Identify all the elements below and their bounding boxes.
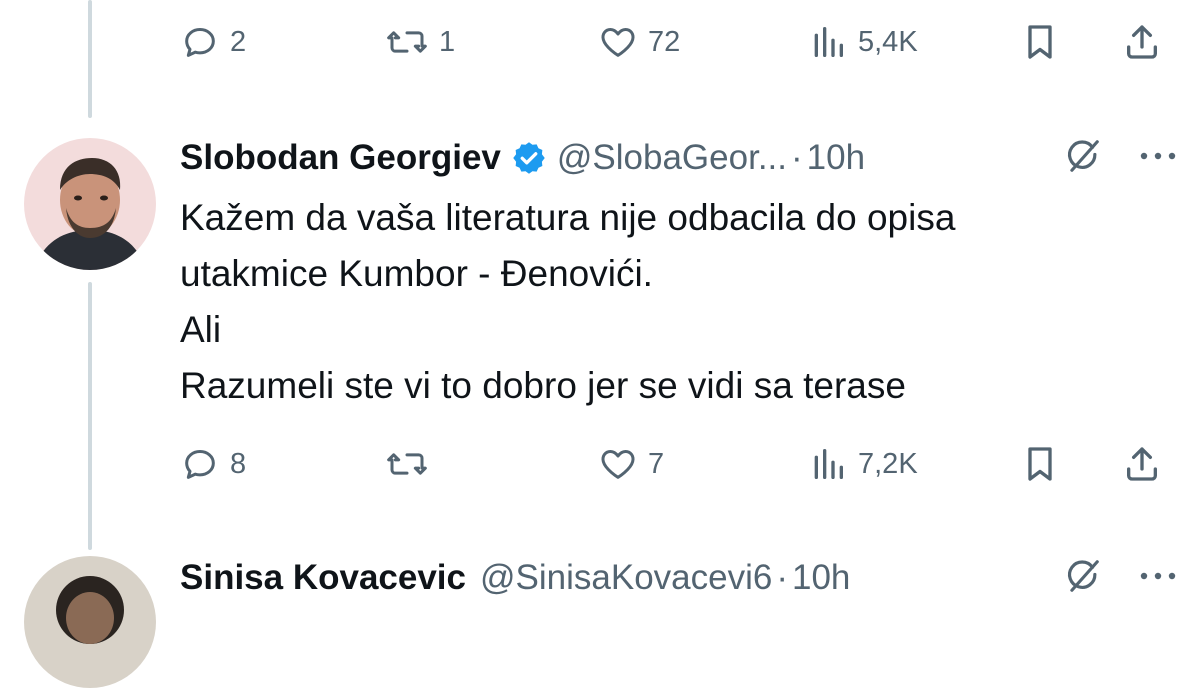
bookmark-button[interactable] <box>1020 12 1060 72</box>
reply-icon <box>180 444 220 484</box>
author-handle[interactable]: @SlobaGeor... <box>557 138 787 178</box>
tweet-timestamp[interactable]: 10h <box>792 558 850 598</box>
reply-count: 8 <box>230 447 247 480</box>
tweet2-header: Sinisa Kovacevic @SinisaKovacevi6 · 10h <box>180 553 850 603</box>
share-button[interactable] <box>1122 434 1162 494</box>
avatar-slobodan-georgiev[interactable] <box>24 138 156 270</box>
thread-line-top <box>88 0 92 118</box>
bookmark-button[interactable] <box>1020 434 1060 494</box>
tweet1-actions: 8 7 7,2K <box>180 434 1180 494</box>
like-icon <box>598 444 638 484</box>
grok-icon[interactable] <box>1064 137 1102 180</box>
verified-badge-icon <box>511 140 547 176</box>
author-name[interactable]: Sinisa Kovacevic <box>180 558 466 598</box>
views-icon <box>808 444 848 484</box>
views-count: 5,4K <box>858 25 918 58</box>
tweet1-header: Slobodan Georgiev @SlobaGeor... · 10h <box>180 133 865 183</box>
share-button[interactable] <box>1122 12 1162 72</box>
reply-button[interactable]: 8 <box>180 434 246 494</box>
author-name[interactable]: Slobodan Georgiev <box>180 138 501 178</box>
views-button[interactable]: 7,2K <box>808 434 918 494</box>
like-count: 7 <box>648 447 665 480</box>
tweet1-header-actions <box>1064 133 1178 183</box>
separator-dot: · <box>791 138 803 177</box>
more-icon[interactable] <box>1138 149 1178 167</box>
avatar-sinisa-kovacevic[interactable] <box>24 556 156 688</box>
tweet-timestamp[interactable]: 10h <box>807 138 865 178</box>
reply-icon <box>180 22 220 62</box>
retweet-button[interactable] <box>385 434 439 494</box>
previous-tweet-actions: 2 1 72 5,4K <box>180 12 1180 72</box>
share-icon <box>1122 444 1162 484</box>
tweet-text-line: Kažem da vaša literatura nije odbacila d… <box>180 197 956 238</box>
thread-line-middle <box>88 282 92 550</box>
grok-icon[interactable] <box>1064 557 1102 600</box>
views-icon <box>808 22 848 62</box>
separator-dot: · <box>776 558 788 597</box>
retweet-count: 1 <box>439 25 456 58</box>
more-icon[interactable] <box>1138 569 1178 587</box>
tweet1-text: Kažem da vaša literatura nije odbacila d… <box>180 190 1160 414</box>
bookmark-icon <box>1020 22 1060 62</box>
reply-count: 2 <box>230 25 247 58</box>
like-count: 72 <box>648 25 681 58</box>
like-button[interactable]: 7 <box>598 434 664 494</box>
like-icon <box>598 22 638 62</box>
reply-button[interactable]: 2 <box>180 12 246 72</box>
retweet-icon <box>385 444 429 484</box>
views-button[interactable]: 5,4K <box>808 12 918 72</box>
bookmark-icon <box>1020 444 1060 484</box>
tweet-text-line: Ali <box>180 309 222 350</box>
retweet-button[interactable]: 1 <box>385 12 455 72</box>
share-icon <box>1122 22 1162 62</box>
views-count: 7,2K <box>858 447 918 480</box>
tweet-text-line: utakmice Kumbor - Đenovići. <box>180 253 653 294</box>
tweet-text-line: Razumeli ste vi to dobro jer se vidi sa … <box>180 365 906 406</box>
author-handle[interactable]: @SinisaKovacevi6 <box>480 558 772 598</box>
like-button[interactable]: 72 <box>598 12 680 72</box>
retweet-icon <box>385 22 429 62</box>
tweet2-header-actions <box>1064 553 1178 603</box>
